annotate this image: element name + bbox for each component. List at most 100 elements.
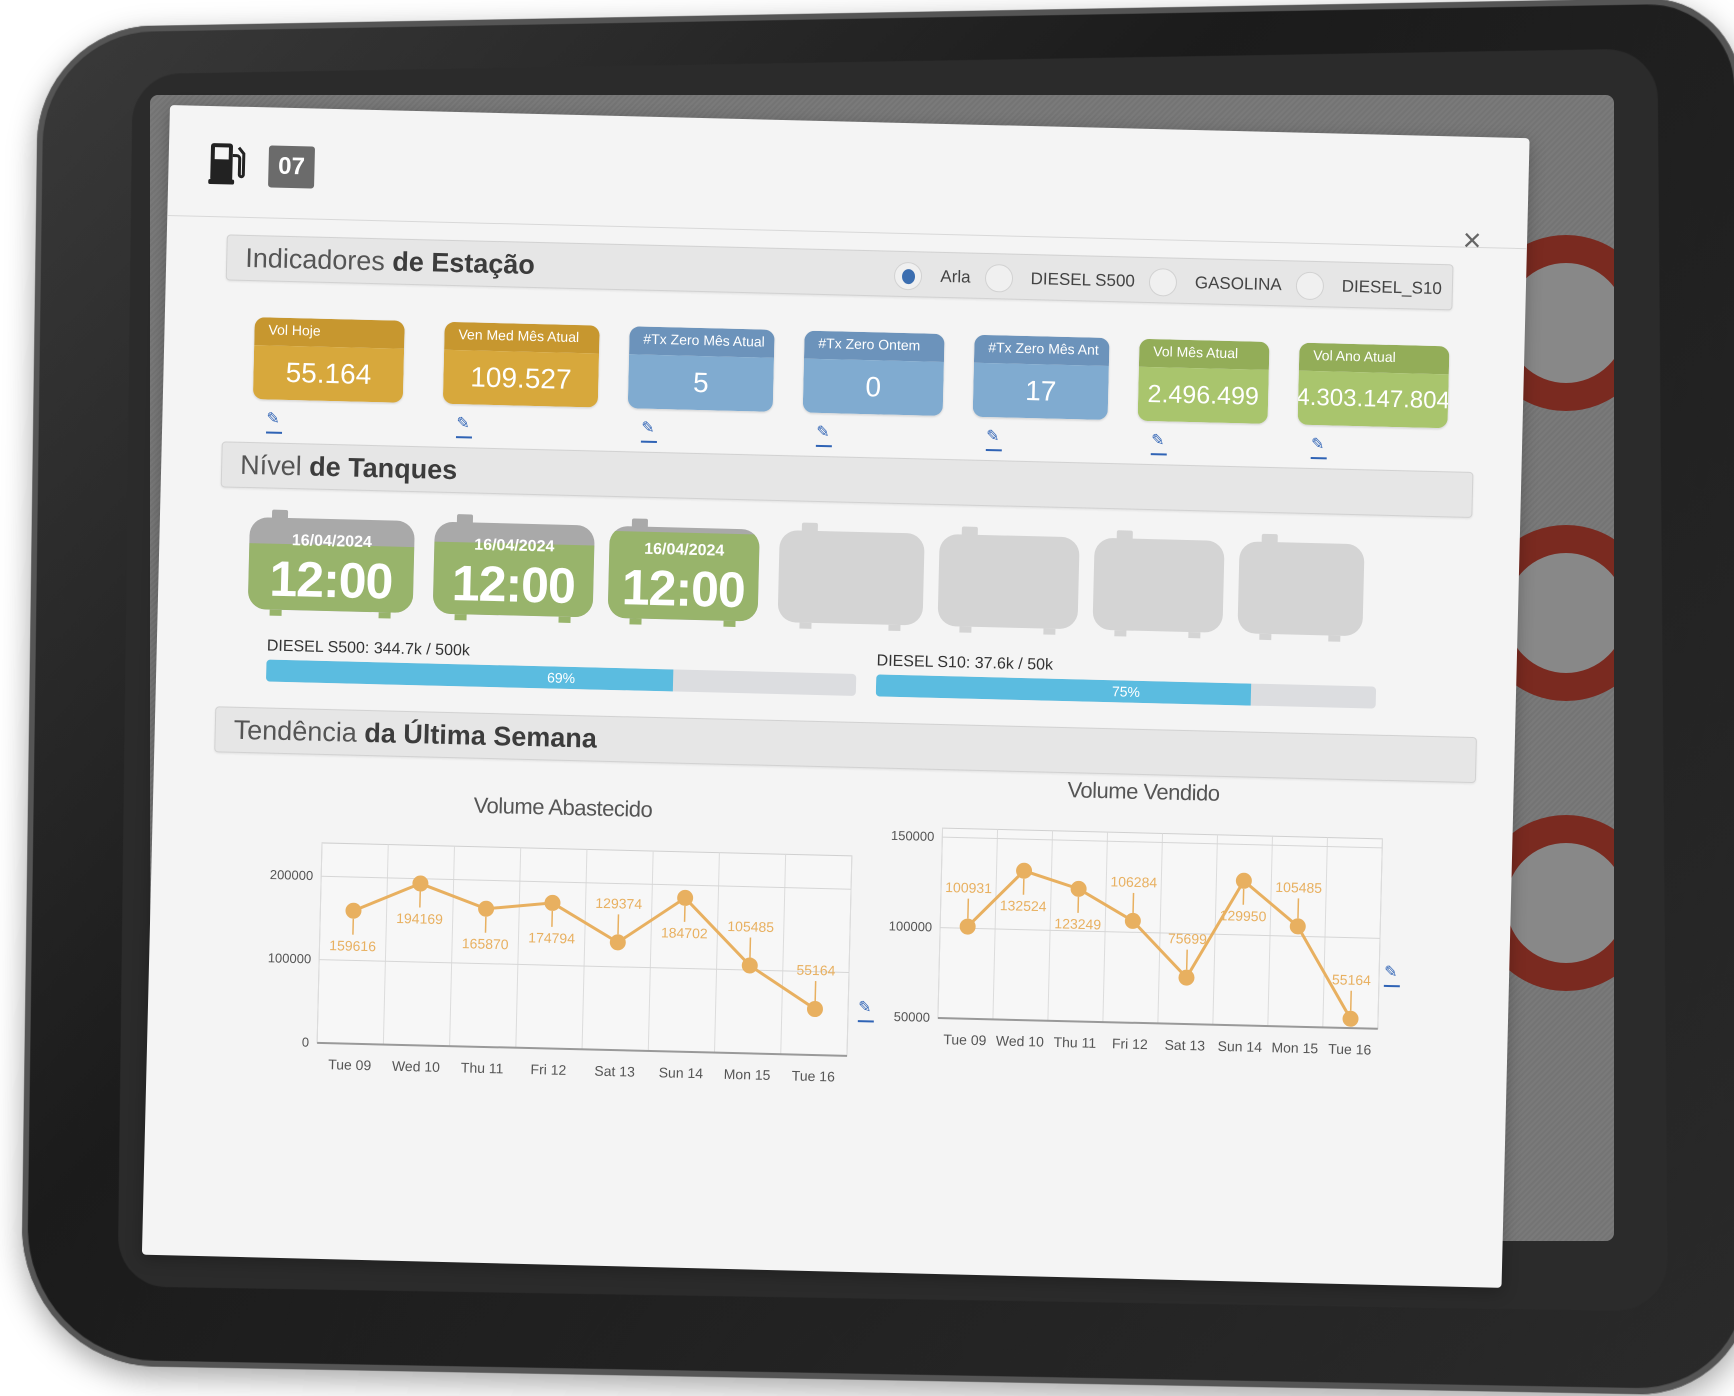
trend-section-header: Tendência da Última Semana bbox=[214, 706, 1477, 783]
kpi-label: #Tx Zero Mês Ant bbox=[974, 335, 1110, 366]
kpi-card-tx-zero-mes-ant[interactable]: #Tx Zero Mês Ant 17 bbox=[973, 335, 1110, 420]
x-tick-label: Tue 09 bbox=[943, 1031, 987, 1048]
close-icon: × bbox=[1462, 222, 1482, 258]
x-tick-label: Thu 11 bbox=[1053, 1034, 1096, 1051]
fuel-pump-icon bbox=[208, 141, 249, 186]
tank-list: 16/04/202412:0016/04/202412:0016/04/2024… bbox=[247, 517, 1479, 657]
tanks-title: Nível de Tanques bbox=[240, 450, 458, 486]
pencil-icon[interactable]: ✎ bbox=[1311, 437, 1328, 459]
data-label: 174794 bbox=[528, 929, 575, 946]
pencil-icon[interactable]: ✎ bbox=[858, 1000, 875, 1022]
data-label: 55164 bbox=[1332, 971, 1372, 988]
line-chart: 0100000200000Tue 09Wed 10Thu 11Fri 12Sat… bbox=[246, 821, 872, 1106]
radio-button[interactable] bbox=[984, 264, 1013, 293]
pencil-icon[interactable]: ✎ bbox=[1384, 965, 1401, 987]
kpi-label: Ven Med Mês Atual bbox=[444, 322, 600, 354]
kpi-card-vol-mes-atual[interactable]: Vol Mês Atual 2.496.499 bbox=[1138, 339, 1270, 424]
chart-volume-vendido: Volume Vendido 50000100000150000Tue 09We… bbox=[877, 773, 1404, 1086]
tank-body: 16/04/202412:00 bbox=[608, 526, 760, 622]
tank-foot bbox=[1188, 632, 1200, 638]
tank-body bbox=[778, 530, 925, 626]
y-tick-label: 50000 bbox=[894, 1009, 931, 1025]
tank-gauge[interactable]: 16/04/202412:00 bbox=[433, 522, 595, 618]
kpi-card-vol-ano-atual[interactable]: Vol Ano Atual 4.303.147.804 bbox=[1298, 343, 1450, 429]
kpi-value: 109.527 bbox=[443, 350, 599, 408]
kpi-value: 17 bbox=[973, 363, 1109, 420]
kpi-value: 5 bbox=[628, 354, 774, 412]
kpi-card-tx-zero-mes-atual[interactable]: #Tx Zero Mês Atual 5 bbox=[628, 326, 775, 412]
radio-gasolina[interactable]: GASOLINA bbox=[1149, 268, 1283, 299]
fuel-type-selector: Arla DIESEL S500 GASOLINA DIESEL_S10 bbox=[894, 262, 1442, 303]
x-tick-label: Tue 09 bbox=[328, 1056, 372, 1073]
tank-foot bbox=[629, 618, 641, 624]
kpi-value: 0 bbox=[803, 359, 944, 416]
x-tick-label: Tue 16 bbox=[792, 1067, 836, 1084]
pencil-icon[interactable]: ✎ bbox=[986, 429, 1003, 451]
x-tick-label: Fri 12 bbox=[1112, 1035, 1148, 1052]
tank-foot bbox=[1259, 634, 1271, 640]
tank-gauge[interactable] bbox=[778, 530, 925, 626]
tank-gauge[interactable] bbox=[1237, 541, 1364, 636]
tank-body: 16/04/202412:00 bbox=[248, 517, 415, 613]
pencil-icon[interactable]: ✎ bbox=[641, 421, 658, 443]
radio-button[interactable] bbox=[1295, 272, 1324, 301]
tank-foot bbox=[888, 625, 900, 631]
station-number-badge: 07 bbox=[268, 145, 315, 188]
pencil-icon[interactable]: ✎ bbox=[1151, 433, 1168, 455]
tank-foot bbox=[1114, 630, 1126, 636]
x-tick-label: Wed 10 bbox=[392, 1058, 441, 1075]
y-tick-label: 100000 bbox=[889, 918, 933, 934]
data-label: 105485 bbox=[1275, 879, 1322, 896]
x-tick-label: Fri 12 bbox=[530, 1061, 566, 1078]
radio-diesel-s500[interactable]: DIESEL S500 bbox=[984, 264, 1135, 296]
close-button[interactable]: × bbox=[1457, 224, 1488, 255]
tank-date: 16/04/2024 bbox=[609, 540, 759, 562]
tank-foot bbox=[1328, 635, 1340, 641]
x-tick-label: Sat 13 bbox=[1164, 1037, 1205, 1054]
kpi-cards: Vol Hoje 55.164 ✎ Ven Med Mês Atual 109.… bbox=[252, 317, 1485, 467]
tank-gauge[interactable]: 16/04/202412:00 bbox=[248, 517, 415, 613]
station-modal: 07 × Indicadores de Estação Arla DIESEL … bbox=[142, 105, 1530, 1288]
pencil-icon[interactable]: ✎ bbox=[456, 416, 473, 438]
data-label: 129374 bbox=[595, 895, 642, 912]
radio-button[interactable] bbox=[1149, 268, 1178, 297]
kpi-value: 2.496.499 bbox=[1138, 367, 1269, 424]
pencil-icon[interactable]: ✎ bbox=[266, 411, 283, 433]
tank-gauge[interactable] bbox=[938, 534, 1080, 629]
tank-body bbox=[1092, 538, 1224, 633]
data-label: 123249 bbox=[1054, 915, 1101, 932]
kpi-card-ven-med-mes-atual[interactable]: Ven Med Mês Atual 109.527 bbox=[443, 322, 600, 408]
x-tick-label: Sun 14 bbox=[659, 1064, 704, 1081]
tank-foot bbox=[799, 623, 811, 629]
radio-button-selected[interactable] bbox=[894, 262, 923, 291]
radio-diesel-s10[interactable]: DIESEL_S10 bbox=[1295, 272, 1442, 304]
data-label: 132524 bbox=[1000, 897, 1047, 914]
tank-body bbox=[1237, 541, 1364, 636]
x-tick-label: Sat 13 bbox=[594, 1063, 635, 1080]
pencil-icon[interactable]: ✎ bbox=[816, 425, 833, 447]
kpi-card-vol-hoje[interactable]: Vol Hoje 55.164 bbox=[253, 317, 405, 403]
radio-arla[interactable]: Arla bbox=[894, 262, 971, 292]
x-tick-label: Thu 11 bbox=[461, 1059, 504, 1076]
tank-time: 12:00 bbox=[248, 551, 414, 609]
data-label: 184702 bbox=[661, 924, 708, 941]
data-label: 159616 bbox=[329, 937, 376, 954]
kpi-value: 55.164 bbox=[253, 345, 404, 403]
x-tick-label: Mon 15 bbox=[724, 1066, 771, 1083]
line-chart: 50000 100000 150000 Tue 09 Wed 10 Thu 11 Fri 1… bbox=[877, 807, 1403, 1080]
kpi-card-tx-zero-ontem[interactable]: #Tx Zero Ontem 0 bbox=[803, 331, 945, 416]
kpi-label: Vol Hoje bbox=[254, 317, 405, 349]
y-tick-label: 150000 bbox=[891, 828, 935, 844]
kpi-label: Vol Ano Atual bbox=[1299, 343, 1450, 375]
kpi-label: #Tx Zero Mês Atual bbox=[629, 326, 775, 358]
tank-foot bbox=[558, 617, 570, 623]
x-tick-label: Sun 14 bbox=[1217, 1038, 1262, 1055]
tank-gauge[interactable]: 16/04/202412:00 bbox=[608, 526, 760, 622]
tank-gauge[interactable] bbox=[1092, 538, 1224, 633]
x-tick-label: Wed 10 bbox=[996, 1032, 1045, 1049]
chart-volume-abastecido: Volume Abastecido 0100000200000Tue 09Wed… bbox=[246, 787, 873, 1102]
trend-title: Tendência da Última Semana bbox=[233, 715, 597, 755]
tank-level-diesel-s500: DIESEL S500: 344.7k / 500k 69% bbox=[266, 638, 857, 700]
tank-time: 12:00 bbox=[608, 560, 759, 618]
data-label: 194169 bbox=[396, 910, 443, 927]
